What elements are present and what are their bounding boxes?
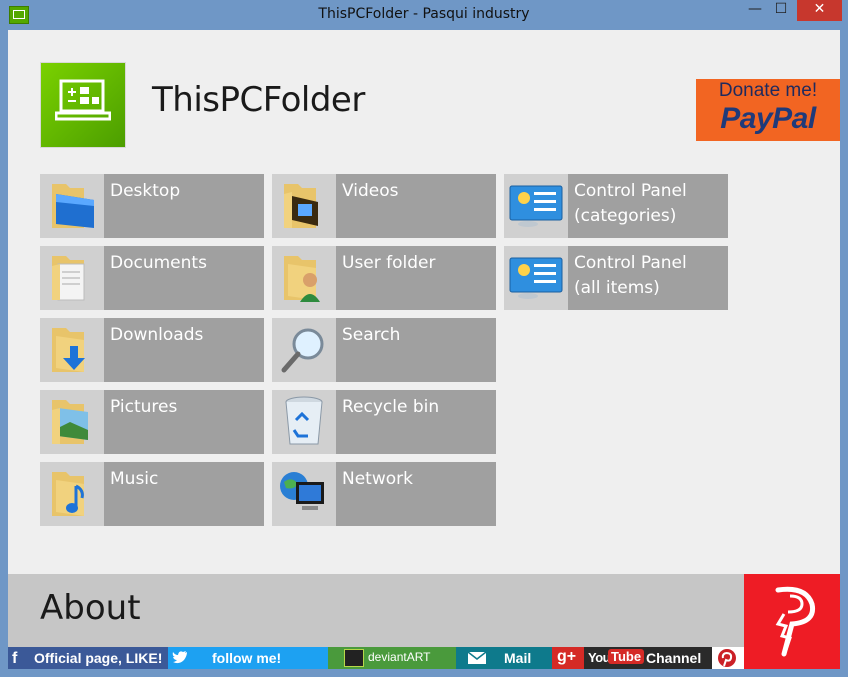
about-button[interactable]: About: [40, 588, 141, 628]
user-folder-icon: [284, 256, 320, 302]
documents-folder-icon: [52, 256, 85, 301]
donate-text: Donate me!: [718, 80, 818, 101]
google-plus-icon: g+: [557, 648, 577, 665]
facebook-link[interactable]: f Official page, LIKE!: [8, 647, 168, 669]
search-icon: [281, 328, 324, 373]
pasqui-logo[interactable]: [744, 574, 840, 669]
mail-icon: [468, 652, 486, 664]
youtube-tube-icon: Tube: [608, 649, 645, 664]
app-logo: [40, 62, 126, 148]
pictures-folder-icon: [52, 400, 88, 444]
youtube-channel-label: Channel: [646, 650, 702, 666]
tile-label: Documents: [110, 253, 207, 273]
tile-network[interactable]: Network: [272, 462, 496, 526]
client-area: ThisPCFolder Donate me! PayPal Desktop D…: [8, 30, 840, 669]
downloads-folder-icon: [52, 328, 85, 372]
tile-control-panel-all-items[interactable]: Control Panel (all items): [504, 246, 728, 310]
title-bar[interactable]: ThisPCFolder - Pasqui industry — ☐ ✕: [0, 0, 848, 30]
music-folder-icon: [52, 472, 84, 516]
twitter-bird-icon: [172, 651, 187, 664]
tile-documents[interactable]: Documents: [40, 246, 264, 310]
tile-downloads[interactable]: Downloads: [40, 318, 264, 382]
tile-label: Music: [110, 469, 159, 489]
tile-label: User folder: [342, 253, 436, 273]
tile-control-panel-categories[interactable]: Control Panel (categories): [504, 174, 728, 238]
tile-label: Recycle bin: [342, 397, 440, 417]
control-panel-icon: [509, 185, 563, 227]
laptop-icon: [55, 79, 111, 121]
tile-label: Downloads: [110, 325, 204, 345]
deviantart-link[interactable]: deviantART: [328, 647, 456, 669]
network-icon: [280, 472, 324, 510]
tile-pictures[interactable]: Pictures: [40, 390, 264, 454]
deviantart-label: deviantART: [368, 650, 431, 664]
mail-link[interactable]: Mail: [456, 647, 552, 669]
google-plus-link[interactable]: g+: [552, 647, 584, 669]
tile-label: Pictures: [110, 397, 178, 417]
mail-label: Mail: [504, 650, 532, 666]
tile-recycle-bin[interactable]: Recycle bin: [272, 390, 496, 454]
desktop-folder-icon: [52, 184, 94, 228]
pinterest-icon: [718, 649, 736, 667]
maximize-button[interactable]: ☐: [768, 0, 794, 21]
tile-desktop[interactable]: Desktop: [40, 174, 264, 238]
window-title: ThisPCFolder - Pasqui industry: [318, 6, 530, 22]
tile-search[interactable]: Search: [272, 318, 496, 382]
tile-label: Desktop: [110, 181, 181, 201]
pasqui-p-logo-icon: [775, 586, 816, 657]
twitter-link[interactable]: follow me!: [168, 647, 328, 669]
tile-label: Network: [342, 469, 413, 489]
paypal-donate-button[interactable]: Donate me! PayPal: [696, 79, 840, 141]
videos-folder-icon: [284, 184, 318, 228]
tile-label: Search: [342, 325, 401, 345]
minimize-button[interactable]: —: [742, 0, 768, 21]
paypal-logo-text: PayPal: [720, 102, 816, 135]
facebook-icon: f: [12, 650, 18, 667]
control-panel-icon: [509, 257, 563, 299]
recycle-bin-icon: [285, 396, 323, 445]
tile-music[interactable]: Music: [40, 462, 264, 526]
youtube-channel-link[interactable]: You Tube Channel: [584, 647, 712, 669]
tile-user-folder[interactable]: User folder: [272, 246, 496, 310]
twitter-label: follow me!: [212, 650, 282, 666]
facebook-label: Official page, LIKE!: [34, 650, 163, 666]
tile-label: Control Panel (categories): [574, 181, 687, 226]
tile-label: Control Panel (all items): [574, 253, 687, 298]
tile-label: Videos: [342, 181, 399, 201]
app-window: ThisPCFolder - Pasqui industry — ☐ ✕ Thi…: [0, 0, 848, 677]
close-button[interactable]: ✕: [797, 0, 842, 21]
app-title: ThisPCFolder: [152, 80, 365, 120]
tile-videos[interactable]: Videos: [272, 174, 496, 238]
deviantart-icon: [344, 649, 364, 667]
youtube-you-text: You: [588, 650, 611, 665]
pinterest-link[interactable]: [712, 647, 744, 669]
